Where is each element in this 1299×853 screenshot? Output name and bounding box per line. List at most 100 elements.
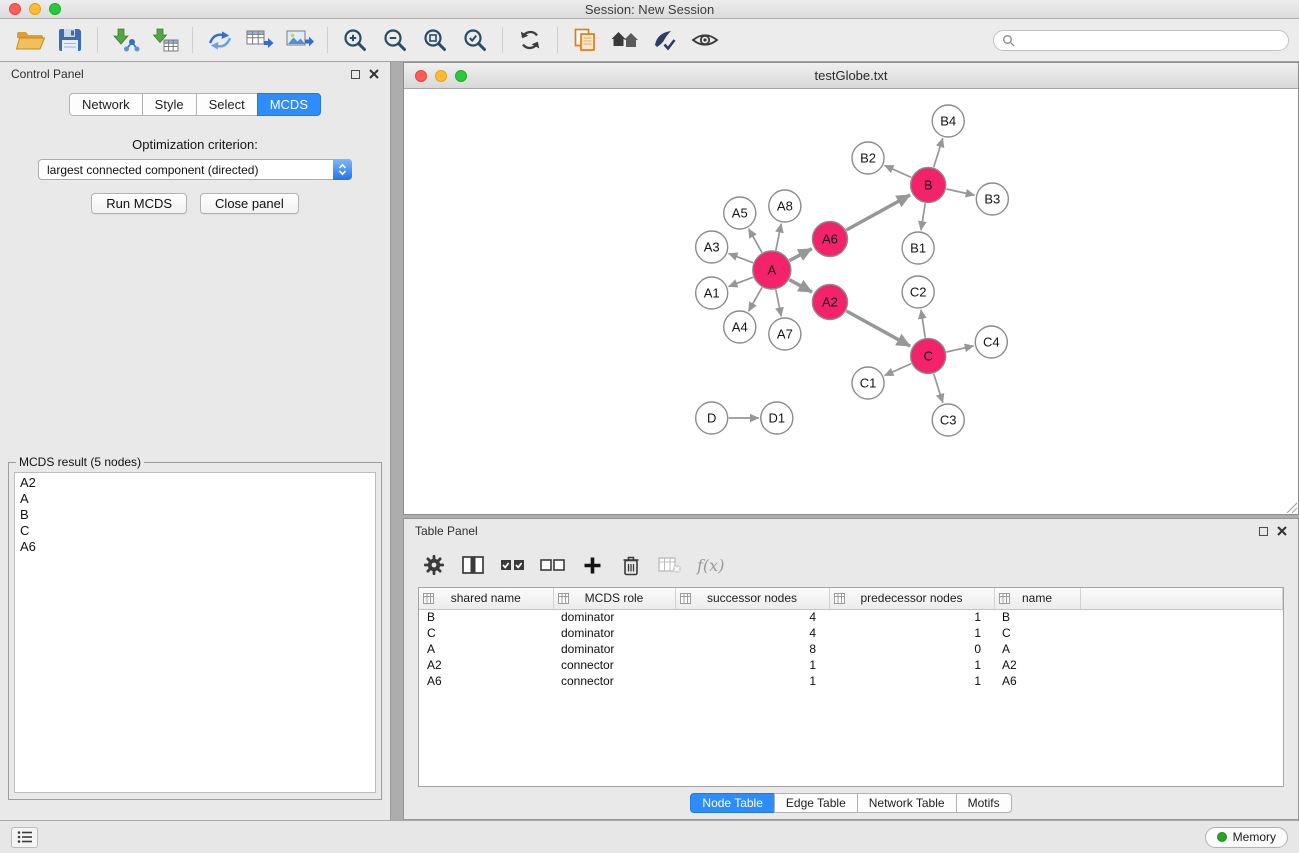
edge-A-A1[interactable] [729, 277, 754, 286]
edge-B-B2[interactable] [884, 165, 911, 177]
table-cell[interactable]: connector [553, 673, 675, 689]
edge-A-A5[interactable] [749, 229, 762, 253]
close-table-panel-icon[interactable] [1277, 526, 1287, 536]
control-tab-network[interactable]: Network [69, 93, 143, 116]
graph-node-C2[interactable]: C2 [902, 276, 934, 308]
zoom-out-button[interactable] [375, 22, 415, 58]
close-panel-button[interactable]: Close panel [200, 193, 299, 214]
graph-node-C3[interactable]: C3 [932, 404, 964, 436]
table-cell[interactable]: A [419, 641, 553, 657]
mcds-result-item[interactable]: C [20, 523, 370, 539]
edge-B-B3[interactable] [946, 189, 974, 195]
table-cell[interactable]: 1 [829, 609, 994, 625]
column-header-shared-name[interactable]: shared name [419, 588, 553, 609]
table-cell[interactable]: C [419, 625, 553, 641]
edge-A-A8[interactable] [776, 224, 781, 251]
node-table-row-C[interactable]: Cdominator41C [419, 625, 1283, 641]
mcds-result-item[interactable]: A6 [20, 539, 370, 555]
zoom-network-button[interactable] [455, 70, 467, 82]
table-tab-node-table[interactable]: Node Table [690, 793, 775, 813]
float-panel-icon[interactable] [351, 70, 360, 79]
table-cell[interactable]: B [994, 609, 1080, 625]
column-header-predecessor-nodes[interactable]: predecessor nodes [829, 588, 994, 609]
minimize-window-button[interactable] [29, 3, 41, 15]
close-panel-icon[interactable] [369, 69, 379, 79]
zoom-window-button[interactable] [49, 3, 61, 15]
graph-node-A1[interactable]: A1 [696, 277, 728, 309]
graph-node-B[interactable]: B [911, 168, 946, 203]
edge-A-A7[interactable] [776, 290, 781, 317]
refresh-view-button[interactable] [510, 22, 550, 58]
table-cell[interactable]: 8 [675, 641, 829, 657]
close-network-button[interactable] [415, 70, 427, 82]
graph-node-B1[interactable]: B1 [902, 232, 934, 264]
mcds-result-list[interactable]: A2ABCA6 [14, 472, 376, 793]
minimize-network-button[interactable] [435, 70, 447, 82]
graph-node-D1[interactable]: D1 [761, 402, 793, 434]
table-cell[interactable]: dominator [553, 641, 675, 657]
node-table-row-A6[interactable]: A6connector11A6 [419, 673, 1283, 689]
search-input[interactable] [1020, 33, 1280, 47]
unselect-all-button[interactable] [540, 552, 565, 578]
edge-A-A2[interactable] [789, 280, 812, 292]
edge-B-B1[interactable] [921, 203, 925, 230]
control-tab-select[interactable]: Select [196, 93, 258, 116]
edge-B-B4[interactable] [934, 138, 943, 167]
duplicate-network-button[interactable] [565, 22, 605, 58]
select-all-button[interactable] [500, 552, 525, 578]
zoom-fit-button[interactable] [415, 22, 455, 58]
add-row-button[interactable] [580, 552, 604, 578]
zoom-in-button[interactable] [335, 22, 375, 58]
graph-node-A8[interactable]: A8 [769, 190, 801, 222]
task-history-button[interactable] [11, 827, 38, 848]
table-cell[interactable]: A6 [994, 673, 1080, 689]
graph-node-C[interactable]: C [911, 339, 946, 374]
table-cell[interactable]: 1 [829, 625, 994, 641]
open-session-button[interactable] [10, 22, 50, 58]
memory-button[interactable]: Memory [1205, 827, 1288, 848]
graph-node-C4[interactable]: C4 [975, 326, 1007, 358]
export-table-button[interactable] [240, 22, 280, 58]
graph-node-C1[interactable]: C1 [852, 367, 884, 399]
function-builder-button[interactable]: f(x) [697, 552, 724, 578]
node-table-row-B[interactable]: Bdominator41B [419, 609, 1283, 625]
import-table-button[interactable] [145, 22, 185, 58]
graph-node-A4[interactable]: A4 [724, 311, 756, 343]
graph-node-B3[interactable]: B3 [976, 183, 1008, 215]
table-cell[interactable]: 4 [675, 625, 829, 641]
table-cell[interactable]: 1 [829, 657, 994, 673]
edge-A-A4[interactable] [749, 287, 762, 311]
edge-A2-C[interactable] [846, 311, 910, 346]
column-header-successor-nodes[interactable]: successor nodes [675, 588, 829, 609]
delete-table-button[interactable] [658, 552, 682, 578]
table-cell[interactable]: A6 [419, 673, 553, 689]
edge-A-A3[interactable] [729, 253, 754, 262]
resize-grip-icon[interactable] [1284, 500, 1297, 513]
export-image-button[interactable] [280, 22, 320, 58]
table-cell[interactable]: A [994, 641, 1080, 657]
edge-A-A6[interactable] [789, 249, 811, 261]
show-hide-button[interactable] [685, 22, 725, 58]
table-cell[interactable]: 1 [829, 673, 994, 689]
edge-C-C3[interactable] [934, 374, 943, 403]
mcds-result-item[interactable]: B [20, 507, 370, 523]
delete-row-button[interactable] [619, 552, 643, 578]
edge-C-C2[interactable] [921, 310, 925, 338]
mcds-result-item[interactable]: A [20, 491, 370, 507]
table-cell[interactable]: 1 [675, 657, 829, 673]
mcds-result-item[interactable]: A2 [20, 475, 370, 491]
home-button[interactable] [605, 22, 645, 58]
control-tab-style[interactable]: Style [142, 93, 197, 116]
graph-node-A3[interactable]: A3 [696, 231, 728, 263]
graph-node-A2[interactable]: A2 [812, 285, 847, 320]
table-tab-edge-table[interactable]: Edge Table [774, 793, 858, 813]
table-settings-button[interactable] [422, 552, 446, 578]
table-cell[interactable]: 1 [675, 673, 829, 689]
save-session-button[interactable] [50, 22, 90, 58]
table-tab-motifs[interactable]: Motifs [956, 793, 1012, 813]
graph-node-A7[interactable]: A7 [769, 318, 801, 350]
graph-node-D[interactable]: D [696, 402, 728, 434]
import-network-database-button[interactable] [200, 22, 240, 58]
float-table-panel-icon[interactable] [1259, 527, 1268, 536]
edge-C-C1[interactable] [884, 364, 911, 376]
